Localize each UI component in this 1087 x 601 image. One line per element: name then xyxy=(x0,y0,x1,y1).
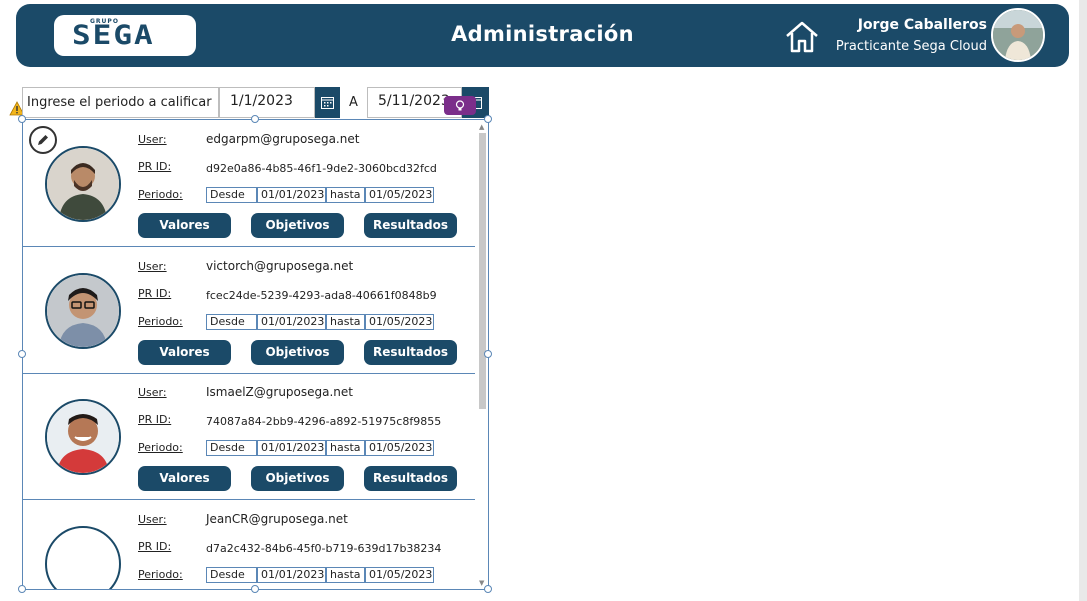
desde-value: 01/01/2023 xyxy=(257,440,326,456)
desde-label: Desde xyxy=(206,314,257,330)
hasta-label: hasta xyxy=(326,187,365,203)
hasta-value: 01/05/2023 xyxy=(365,314,434,330)
home-icon[interactable] xyxy=(784,19,820,55)
pencil-icon[interactable] xyxy=(29,126,57,154)
desde-label: Desde xyxy=(206,567,257,583)
date-separator: A xyxy=(349,95,358,110)
user-email: victorch@gruposega.net xyxy=(206,259,354,273)
user-label: User: xyxy=(138,513,167,526)
avatar xyxy=(45,146,121,222)
record-card[interactable]: User: IsmaelZ@gruposega.net PR ID: 74087… xyxy=(23,373,475,500)
resultados-button[interactable]: Resultados xyxy=(364,340,457,365)
resize-handle[interactable] xyxy=(251,585,259,593)
user-name: Jorge Caballeros xyxy=(857,17,987,33)
pr-id-label: PR ID: xyxy=(138,160,172,173)
calendar-icon xyxy=(321,97,334,109)
user-role: Practicante Sega Cloud xyxy=(835,39,987,54)
periodo-label: Periodo: xyxy=(138,188,183,201)
desde-value: 01/01/2023 xyxy=(257,314,326,330)
resize-handle[interactable] xyxy=(251,115,259,123)
record-card[interactable]: User: edgarpm@gruposega.net PR ID: d92e0… xyxy=(23,120,475,247)
record-card[interactable]: User: JeanCR@gruposega.net PR ID: d7a2c4… xyxy=(23,500,475,589)
resultados-button[interactable]: Resultados xyxy=(364,466,457,491)
avatar xyxy=(45,273,121,349)
resize-handle[interactable] xyxy=(18,115,26,123)
objetivos-button[interactable]: Objetivos xyxy=(251,340,344,365)
period-label: Ingrese el periodo a calificar xyxy=(22,87,219,118)
user-label: User: xyxy=(138,386,167,399)
desde-value: 01/01/2023 xyxy=(257,187,326,203)
desde-value: 01/01/2023 xyxy=(257,567,326,583)
objetivos-button[interactable]: Objetivos xyxy=(251,466,344,491)
valores-button[interactable]: Valores xyxy=(138,340,231,365)
pr-id-value: 74087a84-2bb9-4296-a892-51975c8f9855 xyxy=(206,415,442,428)
user-email: edgarpm@gruposega.net xyxy=(206,132,360,146)
desde-label: Desde xyxy=(206,187,257,203)
pr-id-value: d7a2c432-84b6-45f0-b719-639d17b38234 xyxy=(206,542,442,555)
date-from-input[interactable]: 1/1/2023 xyxy=(219,87,315,118)
user-avatar[interactable] xyxy=(991,8,1045,62)
user-label: User: xyxy=(138,260,167,273)
periodo-label: Periodo: xyxy=(138,441,183,454)
valores-button[interactable]: Valores xyxy=(138,466,231,491)
periodo-label: Periodo: xyxy=(138,315,183,328)
hasta-value: 01/05/2023 xyxy=(365,567,434,583)
resultados-button[interactable]: Resultados xyxy=(364,213,457,238)
pr-id-value: d92e0a86-4b85-46f1-9de2-3060bcd32fcd xyxy=(206,162,437,175)
scroll-down-arrow[interactable]: ▼ xyxy=(479,579,484,587)
desde-label: Desde xyxy=(206,440,257,456)
hasta-label: hasta xyxy=(326,314,365,330)
hasta-value: 01/05/2023 xyxy=(365,187,434,203)
pr-id-label: PR ID: xyxy=(138,287,172,300)
user-email: IsmaelZ@gruposega.net xyxy=(206,385,353,399)
resize-handle[interactable] xyxy=(484,115,492,123)
resize-handle[interactable] xyxy=(484,585,492,593)
objetivos-button[interactable]: Objetivos xyxy=(251,213,344,238)
avatar xyxy=(45,399,121,475)
valores-button[interactable]: Valores xyxy=(138,213,231,238)
resize-handle[interactable] xyxy=(484,350,492,358)
scroll-thumb[interactable] xyxy=(479,133,486,409)
records-gallery[interactable]: User: edgarpm@gruposega.net PR ID: d92e0… xyxy=(22,119,489,590)
user-label: User: xyxy=(138,133,167,146)
scroll-up-arrow[interactable]: ▲ xyxy=(479,123,484,131)
resize-handle[interactable] xyxy=(18,585,26,593)
pr-id-label: PR ID: xyxy=(138,413,172,426)
user-photo xyxy=(993,10,1043,60)
periodo-label: Periodo: xyxy=(138,568,183,581)
date-from-calendar-button[interactable] xyxy=(315,87,340,118)
hasta-value: 01/05/2023 xyxy=(365,440,434,456)
avatar xyxy=(45,526,121,589)
pr-id-value: fcec24de-5239-4293-ada8-40661f0848b9 xyxy=(206,289,437,302)
resize-handle[interactable] xyxy=(18,350,26,358)
page-scrollbar[interactable] xyxy=(1079,0,1087,601)
hasta-label: hasta xyxy=(326,440,365,456)
record-card[interactable]: User: victorch@gruposega.net PR ID: fcec… xyxy=(23,247,475,374)
lightbulb-icon[interactable] xyxy=(444,96,476,115)
pr-id-label: PR ID: xyxy=(138,540,172,553)
app-header: GRUPO SEGA Administración Jorge Caballer… xyxy=(16,4,1069,67)
user-email: JeanCR@gruposega.net xyxy=(206,512,348,526)
hasta-label: hasta xyxy=(326,567,365,583)
